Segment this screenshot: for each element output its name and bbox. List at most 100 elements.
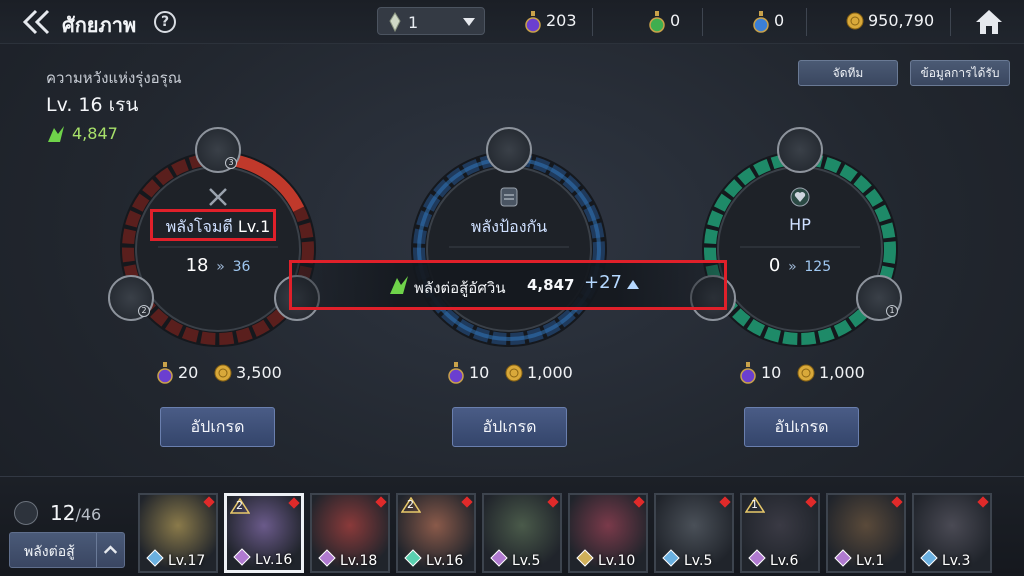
hero-subtitle: ความหวังแห่งรุ่งอรุณ	[46, 69, 182, 87]
hero-card[interactable]: Lv.18	[310, 493, 390, 573]
class-icon	[920, 549, 938, 567]
potion-green-icon	[649, 11, 665, 33]
combat-power-icon	[48, 126, 64, 142]
gold-coin-icon	[846, 12, 864, 30]
arrow-right-icon: »	[216, 259, 225, 275]
sort-button[interactable]: พลังต่อสู้	[9, 532, 125, 568]
hero-name: Lv. 16 เรน	[46, 90, 138, 120]
armor-icon	[500, 187, 518, 207]
attack-node-left[interactable]: 2	[108, 275, 154, 321]
defense-title: พลังป้องกัน	[470, 217, 548, 236]
cost-gold: 3,500	[236, 363, 282, 382]
crystal-icon	[389, 12, 401, 32]
helmet-icon	[14, 501, 38, 525]
hero-card-level: Lv.16	[255, 552, 293, 568]
cost-potion: 10	[469, 363, 490, 382]
attack-current: 18	[185, 255, 209, 276]
cost-gold: 1,000	[527, 363, 573, 382]
hero-power-value: 4,847	[72, 124, 118, 143]
cost-potion: 20	[178, 363, 199, 382]
hp-node-right[interactable]: 1	[856, 275, 902, 321]
hero-card[interactable]: Lv.16 2	[396, 493, 476, 573]
home-icon[interactable]	[974, 8, 1004, 36]
top-bar: ศักยภาพ ? 1 203 0 0 950,790	[0, 0, 1024, 44]
hero-level: Lv. 16	[46, 94, 103, 116]
attack-node-top[interactable]: 3	[195, 127, 241, 173]
rank-value: 2	[407, 498, 414, 511]
chevron-up-icon[interactable]	[96, 533, 124, 567]
cost-potion: 10	[761, 363, 782, 382]
defense-stat-ring: พลังป้องกัน	[409, 127, 609, 349]
potion-purple-icon	[157, 362, 173, 384]
hp-current: 0	[768, 255, 781, 276]
hero-card[interactable]: Lv.3	[912, 493, 992, 573]
hero-card[interactable]: Lv.10	[568, 493, 648, 573]
arrow-up-icon	[627, 280, 639, 289]
hero-card[interactable]: Lv.6 1	[740, 493, 820, 573]
attack-values: 18 » 36	[118, 255, 318, 276]
combat-power-label: พลังต่อสู้อัศวิน	[414, 279, 506, 297]
heart-flower-icon	[790, 187, 810, 207]
class-icon	[576, 549, 594, 567]
attack-next: 36	[232, 259, 251, 275]
hero-power: 4,847	[46, 124, 118, 148]
resource-gold: 950,790	[846, 10, 934, 34]
help-icon[interactable]: ?	[154, 11, 176, 33]
resource-value: 950,790	[868, 11, 935, 30]
resource-value: 0	[774, 11, 785, 30]
defense-upgrade-button[interactable]: อัปเกรด	[452, 407, 567, 447]
hero-name-text: เรน	[108, 94, 139, 116]
resource-value: 0	[670, 11, 681, 30]
page-title: ศักยภาพ	[62, 13, 137, 37]
hero-card[interactable]: Lv.17	[138, 493, 218, 573]
combat-power-icon	[390, 276, 408, 294]
resource-potion-blue: 0	[752, 10, 784, 38]
rank-badge: 1	[744, 496, 766, 513]
hero-card-level: Lv.6	[770, 553, 799, 569]
chevron-down-icon	[463, 18, 475, 26]
hero-card[interactable]: Lv.5	[654, 493, 734, 573]
cost-gold: 1,000	[819, 363, 865, 382]
gold-coin-icon	[505, 364, 523, 382]
hero-card-level: Lv.5	[512, 553, 541, 569]
acquisition-info-button[interactable]: ข้อมูลการได้รับ	[910, 60, 1010, 86]
hero-card[interactable]: Lv.5	[482, 493, 562, 573]
roster-owned: 12	[50, 501, 76, 525]
defense-node-top[interactable]	[486, 127, 532, 173]
class-icon	[490, 549, 508, 567]
hp-title: HP	[789, 215, 811, 234]
resource-potion-green: 0	[648, 10, 680, 38]
tier-selector[interactable]: 1	[377, 7, 485, 35]
potion-purple-icon	[525, 11, 541, 33]
hp-node-top[interactable]	[777, 127, 823, 173]
hero-card[interactable]: Lv.16 2	[224, 493, 304, 573]
team-button[interactable]: จัดทีม	[798, 60, 898, 86]
hero-card[interactable]: Lv.1	[826, 493, 906, 573]
hp-upgrade-button[interactable]: อัปเกรด	[744, 407, 859, 447]
combat-power-increase: +27	[584, 272, 622, 293]
sort-label: พลังต่อสู้	[24, 544, 75, 560]
resource-value: 203	[546, 11, 577, 30]
hero-card-level: Lv.16	[426, 553, 464, 569]
tier-selector-value: 1	[408, 13, 419, 32]
class-icon	[318, 549, 336, 567]
rank-value: 2	[236, 499, 243, 512]
combat-power-value: 4,847	[527, 276, 575, 294]
attack-upgrade-button[interactable]: อัปเกรด	[160, 407, 275, 447]
rank-badge: 2	[229, 497, 251, 514]
hero-card-level: Lv.17	[168, 553, 206, 569]
highlight-attack-title	[150, 209, 276, 241]
gold-coin-icon	[214, 364, 232, 382]
potion-blue-icon	[753, 11, 769, 33]
rank-value: 1	[751, 498, 758, 511]
resource-potion-purple: 203	[524, 10, 577, 38]
class-icon	[146, 549, 164, 567]
rank-badge: 2	[400, 496, 422, 513]
roster-count: 12/46	[50, 501, 101, 525]
class-icon	[233, 548, 251, 566]
class-icon	[834, 549, 852, 567]
swords-icon	[209, 188, 227, 206]
arrow-right-icon: »	[788, 259, 797, 275]
hero-card-level: Lv.3	[942, 553, 971, 569]
back-icon[interactable]	[20, 8, 54, 36]
